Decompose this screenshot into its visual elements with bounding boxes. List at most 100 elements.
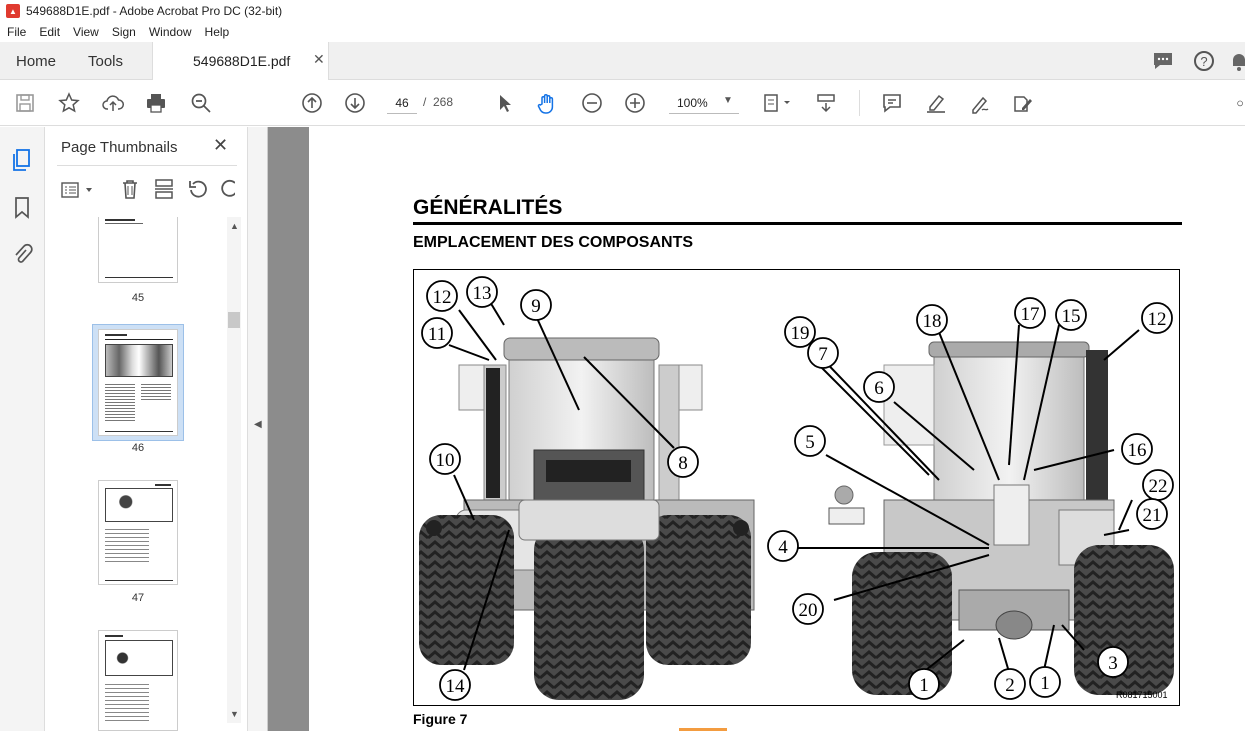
rotate-counterclockwise-icon[interactable] [187,178,209,200]
menu-help[interactable]: Help [205,25,230,39]
menu-window[interactable]: Window [149,25,192,39]
zoom-in-icon[interactable] [622,90,648,116]
callout-label: 8 [678,453,688,474]
thumb-footer-line [105,580,173,581]
thumb-footer-line [105,277,173,278]
callout-label: 16 [1128,440,1147,461]
thumbnail-list[interactable]: 45 46 47 [45,217,247,731]
panel-divider [57,165,237,166]
page-thumbnails-icon[interactable] [11,147,35,173]
scroll-up-icon[interactable]: ▲ [230,221,239,231]
callout-label: 5 [805,432,815,453]
thumbnail-page-48[interactable] [98,630,178,731]
upload-cloud-icon[interactable] [100,90,126,116]
left-tractor [419,337,755,700]
callout-label: 9 [531,296,541,317]
fill-sign-icon[interactable] [1010,90,1036,116]
thumb-figure [105,488,173,522]
bookmark-icon[interactable] [12,195,32,221]
print-icon[interactable] [143,90,169,116]
next-page-icon[interactable] [342,90,368,116]
thumb-text-line [105,334,127,336]
zoom-select[interactable]: 100% ▼ [669,92,739,114]
tab-document[interactable]: 549688D1E.pdf ✕ [152,42,329,81]
add-comment-icon[interactable] [879,90,905,116]
total-pages: 268 [433,95,454,109]
thumb-figure [105,640,173,676]
svg-text:?: ? [1200,54,1207,69]
callout-label: 1 [919,675,929,696]
tractor-illustration: 12 13 9 11 10 8 14 19 7 18 17 15 12 6 5 … [419,276,1174,701]
tab-home[interactable]: Home [16,42,56,80]
zoom-value: 100% [677,96,708,110]
star-icon[interactable] [56,90,82,116]
draw-sign-icon[interactable] [967,90,993,116]
thumb-text-line [105,635,123,637]
scroll-mode-icon[interactable] [813,90,839,116]
figure-caption: Figure 7 [413,711,468,727]
thumbnail-page-45[interactable] [98,217,178,283]
thumbnail-label: 47 [131,592,145,604]
thumbnail-options-menu[interactable] [61,180,95,200]
thumb-text-column [141,382,171,402]
help-icon[interactable]: ? [1193,50,1215,72]
callout-label: 19 [791,323,810,344]
save-icon[interactable] [12,90,38,116]
bell-icon[interactable] [1230,50,1245,72]
close-icon[interactable]: ✕ [313,51,325,68]
callout-label: 14 [446,676,466,697]
delete-trash-icon[interactable] [119,178,141,200]
collapse-arrow-icon[interactable]: ◀ [254,419,262,430]
thumb-rule [105,339,173,340]
select-cursor-icon[interactable] [491,90,517,116]
page-fit-icon[interactable] [760,90,794,116]
thumbnail-label: 46 [131,442,145,454]
zoom-out-icon[interactable] [579,90,605,116]
menu-bar: File Edit View Sign Window Help [0,22,1245,42]
title-bar: ▲ 549688D1E.pdf - Adobe Acrobat Pro DC (… [0,0,1245,22]
insert-pages-icon[interactable] [153,178,175,200]
menu-file[interactable]: File [7,25,26,39]
thumb-text-column [105,526,149,564]
tab-tools[interactable]: Tools [88,42,123,80]
previous-page-icon[interactable] [299,90,325,116]
figure-frame: 12 13 9 11 10 8 14 19 7 18 17 15 12 6 5 … [413,269,1180,706]
heading-rule [413,222,1182,225]
thumbnail-page-46[interactable] [98,329,178,436]
attachment-paperclip-icon[interactable] [11,241,33,267]
thumb-footer-line [105,431,173,432]
callout-label: 6 [874,378,884,399]
page-heading: GÉNÉRALITÉS [413,196,563,219]
hand-tool-icon[interactable] [534,90,560,116]
thumbnail-scrollbar[interactable]: ▲ ▼ [227,217,241,723]
scrollbar-thumb[interactable] [228,312,240,328]
close-panel-icon[interactable]: ✕ [213,135,228,156]
scroll-down-icon[interactable]: ▼ [230,709,239,719]
zoom-search-icon[interactable] [188,90,214,116]
callout-label: 2 [1005,675,1015,696]
rotate-clockwise-icon[interactable] [221,178,235,200]
callout-label: 11 [428,324,446,345]
thumb-text-column [105,382,135,422]
window-title: 549688D1E.pdf - Adobe Acrobat Pro DC (32… [26,4,283,18]
menu-sign[interactable]: Sign [112,25,136,39]
callout-label: 22 [1149,476,1168,497]
highlight-pen-icon[interactable] [923,90,949,116]
comment-icon[interactable] [1152,51,1174,71]
page-separator: / [423,95,427,109]
thumb-text-line [105,223,143,224]
callout-label: 13 [473,283,492,304]
thumb-text-line [105,219,135,221]
link-icon[interactable] [1236,90,1245,116]
tab-bar: Home Tools 549688D1E.pdf ✕ ? [0,42,1245,81]
callout-label: 21 [1143,505,1162,526]
pdf-app-icon: ▲ [6,4,20,18]
menu-edit[interactable]: Edit [39,25,60,39]
panel-collapse-bar[interactable]: ◀ [247,127,268,731]
callout-label: 1 [1040,673,1050,694]
menu-view[interactable]: View [73,25,99,39]
thumbnail-label: 45 [131,292,145,304]
thumbnail-page-47[interactable] [98,480,178,585]
document-viewport[interactable]: GÉNÉRALITÉS EMPLACEMENT DES COMPOSANTS 1… [268,127,1245,731]
page-number-input[interactable]: 46 [387,92,417,114]
